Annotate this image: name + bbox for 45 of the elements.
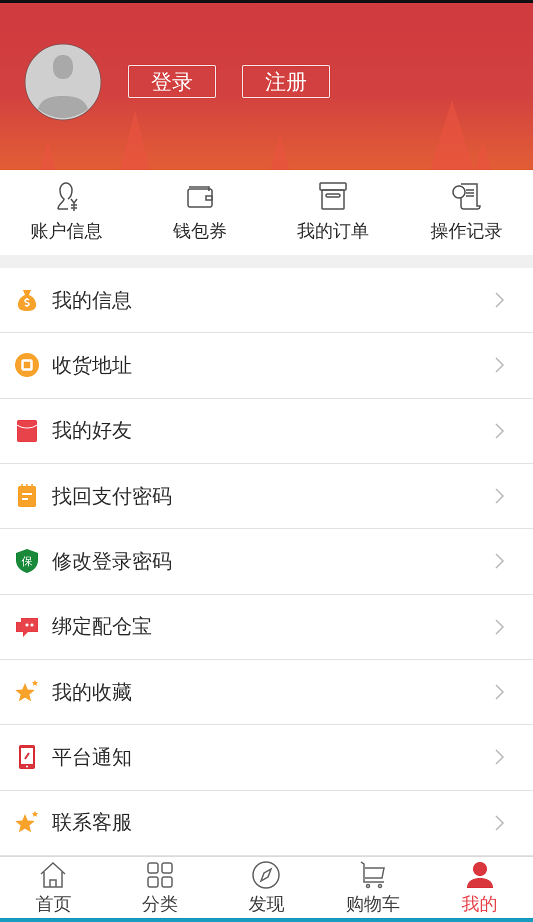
tab-item[interactable]: 购物车	[320, 857, 426, 918]
tab-item[interactable]: 分类	[106, 857, 214, 918]
shortcut-label[interactable]: 钱包券	[172, 218, 227, 242]
menu-label: 我的好友	[52, 417, 133, 444]
menu-label: 修改登录密码	[52, 548, 173, 575]
person-icon	[464, 860, 495, 890]
shortcut-label[interactable]: 我的订单	[297, 218, 370, 242]
menu-item[interactable]: 联系客服	[0, 790, 533, 856]
home-icon	[38, 860, 68, 890]
chevron-right-icon	[495, 292, 505, 308]
shortcut-label[interactable]: 操作记录	[430, 218, 502, 242]
login-button[interactable]: 登录	[128, 65, 216, 98]
menu-item[interactable]: 我的好友	[0, 398, 533, 464]
avatar-icon[interactable]	[24, 42, 102, 120]
menu-label: 绑定配仓宝	[52, 613, 153, 640]
chevron-right-icon	[495, 814, 505, 831]
register-button[interactable]: 注册	[242, 65, 330, 98]
chevron-right-icon	[495, 553, 505, 570]
tab-item[interactable]: 首页	[0, 857, 107, 918]
compass-icon	[251, 860, 282, 890]
chevron-right-icon	[495, 749, 505, 766]
menu-item[interactable]: 我的收藏	[0, 660, 533, 726]
menu-item[interactable]: 我的信息	[0, 268, 533, 334]
tab-item[interactable]: 发现	[213, 857, 320, 918]
menu-label: 找回支付密码	[52, 482, 173, 510]
menu-item[interactable]: 收货地址	[0, 333, 533, 399]
chevron-right-icon	[495, 684, 505, 700]
menu-label: 联系客服	[52, 809, 133, 836]
grid-icon	[144, 860, 175, 890]
chevron-right-icon	[495, 618, 505, 635]
chevron-right-icon	[495, 422, 505, 439]
menu-label: 我的信息	[52, 286, 133, 314]
chevron-right-icon	[495, 488, 505, 504]
menu-label: 我的收藏	[52, 678, 133, 706]
menu-label: 收货地址	[52, 352, 133, 379]
menu-label: 平台通知	[52, 744, 133, 771]
chevron-right-icon	[495, 357, 505, 374]
envelope-icon	[14, 418, 40, 444]
menu-item[interactable]: 保 修改登录密码	[0, 529, 533, 595]
shortcut-label[interactable]: 账户信息	[30, 218, 103, 242]
tab-item[interactable]: 我的	[426, 857, 533, 918]
menu-item[interactable]: 找回支付密码	[0, 464, 533, 530]
menu-item[interactable]: 绑定配仓宝	[0, 594, 533, 660]
shield-icon: 保	[14, 548, 40, 574]
menu-item[interactable]: 平台通知	[0, 725, 533, 791]
